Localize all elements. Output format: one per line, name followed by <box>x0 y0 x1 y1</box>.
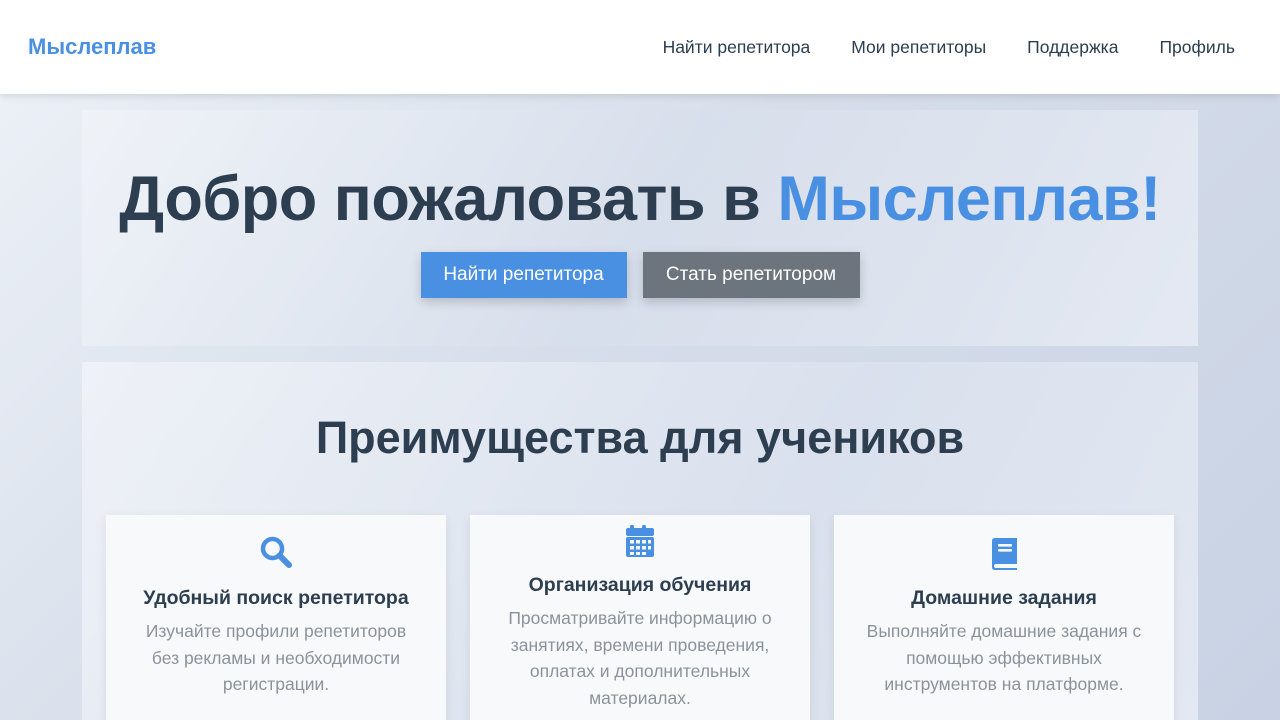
navbar: Мыслеплав Найти репетитора Мои репетитор… <box>0 0 1280 94</box>
feature-card-title: Удобный поиск репетитора <box>143 587 409 609</box>
nav-link-my-tutors[interactable]: Мои репетиторы <box>851 37 986 58</box>
feature-card-text: Просматривайте информацию о занятиях, вр… <box>508 608 772 708</box>
features-section: Преимущества для учеников Удобный поиск … <box>82 362 1198 720</box>
nav-link-find-tutor[interactable]: Найти репетитора <box>663 37 811 58</box>
find-tutor-button[interactable]: Найти репетитора <box>420 252 627 298</box>
hero-title-brand: Мыслеплав! <box>777 164 1161 234</box>
features-title: Преимущества для учеников <box>315 412 965 463</box>
nav-link-support[interactable]: Поддержка <box>1027 37 1118 58</box>
hero-section: Добро пожаловать в Мыслеплав! Найти репе… <box>82 110 1198 346</box>
feature-card-organization: Организация обучения Просматривайте инфо… <box>470 515 810 720</box>
search-icon <box>259 535 293 569</box>
nav-links: Найти репетитора Мои репетиторы Поддержк… <box>663 37 1235 58</box>
nav-link-profile[interactable]: Профиль <box>1159 37 1235 58</box>
hero-title-prefix: Добро пожаловать в <box>119 164 778 234</box>
feature-card-text: Выполняйте домашние задания с помощью эф… <box>866 621 1142 694</box>
feature-card-text: Изучайте профили репетиторов без рекламы… <box>145 621 407 694</box>
feature-card-title: Домашние задания <box>911 587 1097 609</box>
hero-title: Добро пожаловать в Мыслеплав! <box>82 162 1198 238</box>
calendar-icon <box>623 524 657 558</box>
book-icon <box>987 537 1021 571</box>
hero-buttons: Найти репетитора Стать репетитором <box>82 252 1198 298</box>
feature-card-homework: Домашние задания Выполняйте домашние зад… <box>834 515 1174 720</box>
feature-card-search: Удобный поиск репетитора Изучайте профил… <box>106 515 446 720</box>
feature-card-title: Организация обучения <box>528 574 752 596</box>
become-tutor-button[interactable]: Стать репетитором <box>642 252 860 298</box>
brand-logo-link[interactable]: Мыслеплав <box>28 34 156 60</box>
